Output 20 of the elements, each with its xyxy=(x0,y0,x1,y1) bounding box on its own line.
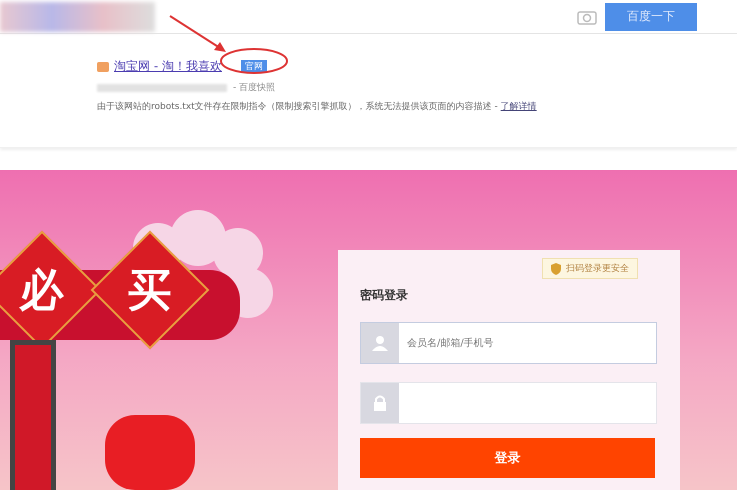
result-title-link[interactable]: 淘宝网 - 淘！我喜欢 xyxy=(114,58,222,76)
site-icon xyxy=(97,62,109,72)
text-input[interactable]: 会员名/邮箱/手机号 xyxy=(399,323,656,363)
user-icon xyxy=(372,335,388,351)
snapshot-link[interactable]: - 百度快照 xyxy=(233,81,276,94)
official-badge: 官网 xyxy=(240,60,267,74)
shield-icon xyxy=(551,262,561,274)
banner-character: 必 xyxy=(20,264,64,318)
camera-icon[interactable] xyxy=(577,8,597,25)
login-button[interactable]: 登录 xyxy=(360,438,655,478)
result-description: 由于该网站的robots.txt文件存在限制指令（限制搜索引擎抓取），系统无法提供该页面的内容描述 - 了解详情 xyxy=(97,100,538,114)
lock-icon xyxy=(373,395,387,411)
details-link[interactable]: 了解详情 xyxy=(500,102,537,112)
notice-text: 扫码登录更安全 xyxy=(566,262,629,275)
login-field[interactable] xyxy=(360,382,657,424)
search-button[interactable]: 百度一下 xyxy=(605,2,697,31)
login-field[interactable]: 会员名/邮箱/手机号 xyxy=(360,322,657,364)
login-title: 密码登录 xyxy=(360,287,409,304)
banner-character: 买 xyxy=(128,264,172,318)
annotation-arrow xyxy=(168,14,228,54)
